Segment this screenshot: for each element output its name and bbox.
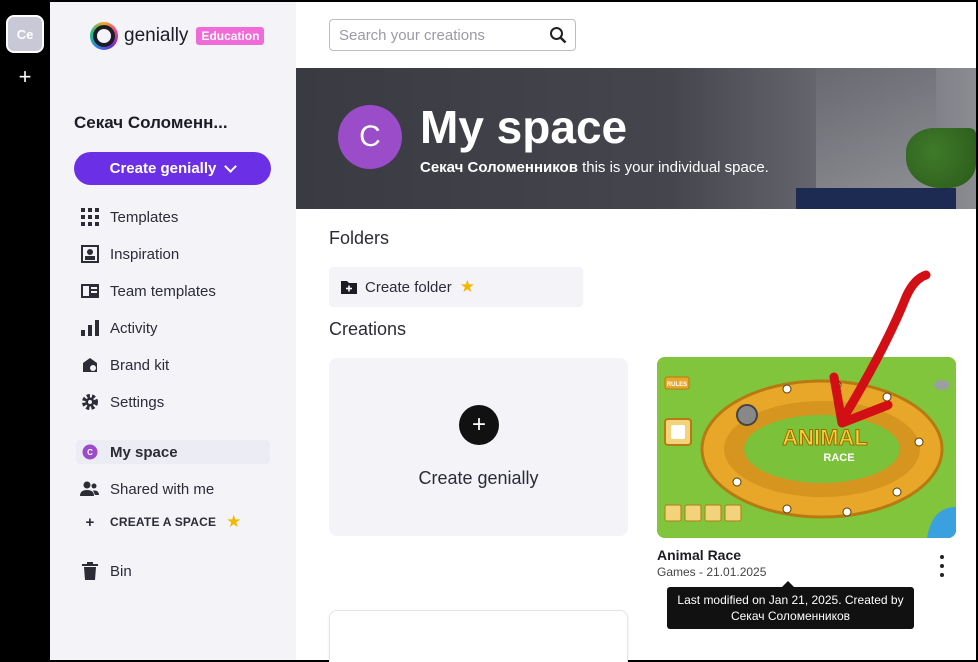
app-frame: Ce + genially Education Секач Соломенн..… <box>0 0 978 662</box>
folders-heading: Folders <box>329 228 390 248</box>
trash-icon <box>80 561 100 581</box>
more-options-icon[interactable] <box>936 555 948 577</box>
inspiration-icon <box>80 244 100 264</box>
brand-name: genially <box>124 25 189 46</box>
sidebar-item-label: Activity <box>110 319 158 337</box>
gear-icon <box>80 392 100 412</box>
sidebar: genially Education Секач Соломенн... Cre… <box>50 2 296 660</box>
plus-icon: + <box>85 513 95 531</box>
sidebar-item-label: Inspiration <box>110 245 180 263</box>
sidebar-item-label: Team templates <box>110 282 216 300</box>
thumbnail-title: ANIMAL <box>782 425 868 450</box>
people-icon <box>80 479 100 499</box>
animal-race-thumbnail-art: RULES ANIMAL RACE <box>657 357 956 538</box>
create-genially-card[interactable]: + Create genially <box>329 358 628 536</box>
sidebar-item-label: My space <box>110 443 178 461</box>
sidebar-item-settings[interactable]: Settings <box>80 390 164 414</box>
sidebar-item-label: Shared with me <box>110 480 215 498</box>
thumbnail-subtitle: RACE <box>823 452 854 464</box>
space-banner: C My space Секач Соломенников this is yo… <box>296 68 976 209</box>
grid-icon <box>80 207 100 227</box>
sidebar-item-inspiration[interactable]: Inspiration <box>80 242 179 266</box>
workspace-rail: Ce + <box>0 0 50 662</box>
create-folder-button[interactable]: Create folder ★ <box>329 267 583 307</box>
genially-logo-icon <box>90 22 118 50</box>
creation-thumbnail-animal-race[interactable]: RULES ANIMAL RACE <box>657 357 956 538</box>
search-icon[interactable] <box>549 26 567 44</box>
sidebar-item-my-space[interactable]: C My space <box>76 440 270 464</box>
plus-circle-icon: + <box>459 405 499 445</box>
sidebar-item-team-templates[interactable]: Team templates <box>80 279 216 303</box>
creation-card-placeholder[interactable] <box>329 610 628 662</box>
space-avatar: C <box>338 105 402 169</box>
create-space-button[interactable]: + CREATE A SPACE ★ <box>80 510 242 534</box>
folder-plus-icon <box>341 281 357 294</box>
thumbnail-rules-label: RULES <box>667 382 687 388</box>
sidebar-item-brand-kit[interactable]: Brand kit <box>80 353 169 377</box>
chevron-down-icon <box>224 159 238 173</box>
sidebar-item-templates[interactable]: Templates <box>80 205 178 229</box>
sidebar-item-label: Bin <box>110 562 132 580</box>
creations-heading: Creations <box>329 319 407 339</box>
sidebar-item-bin[interactable]: Bin <box>80 559 132 583</box>
create-genially-button[interactable]: Create genially <box>74 152 271 185</box>
sidebar-item-label: Brand kit <box>110 356 170 374</box>
education-badge: Education <box>196 27 265 45</box>
workspace-avatar[interactable]: Ce <box>6 15 44 53</box>
genially-logo[interactable]: genially Education <box>90 22 265 50</box>
creation-meta: Games - 21.01.2025 <box>657 565 767 579</box>
sidebar-user-name: Секач Соломенн... <box>74 113 228 132</box>
banner-plant-decoration <box>906 128 976 188</box>
create-genially-label: Create genially <box>109 160 217 177</box>
star-icon: ★ <box>226 512 242 531</box>
search-box[interactable] <box>329 19 576 51</box>
main-content: C My space Секач Соломенников this is yo… <box>296 2 976 662</box>
star-icon: ★ <box>459 277 475 296</box>
banner-owner-name: Секач Соломенников <box>420 159 578 176</box>
svg-text:C: C <box>87 448 93 457</box>
sidebar-item-shared[interactable]: Shared with me <box>80 477 214 501</box>
create-card-label: Create genially <box>418 468 539 488</box>
create-folder-label: Create folder <box>365 278 452 296</box>
bar-chart-icon <box>80 318 100 338</box>
page-title: My space <box>420 101 628 153</box>
banner-sofa-decoration <box>796 188 956 209</box>
tooltip: Last modified on Jan 21, 2025. Created b… <box>667 581 914 629</box>
create-space-label: CREATE A SPACE <box>110 515 217 529</box>
brand-kit-icon <box>80 355 100 375</box>
creation-title[interactable]: Animal Race <box>657 547 741 563</box>
search-input[interactable] <box>339 26 539 44</box>
sidebar-item-label: Templates <box>110 208 179 226</box>
sidebar-item-activity[interactable]: Activity <box>80 316 158 340</box>
banner-subtitle-text: this is your individual space. <box>577 159 769 176</box>
add-workspace-button[interactable]: + <box>14 66 36 88</box>
banner-subtitle: Секач Соломенников this is your individu… <box>420 159 769 176</box>
sidebar-item-label: Settings <box>110 393 165 411</box>
team-templates-icon <box>80 281 100 301</box>
my-space-avatar-icon: C <box>80 442 100 462</box>
